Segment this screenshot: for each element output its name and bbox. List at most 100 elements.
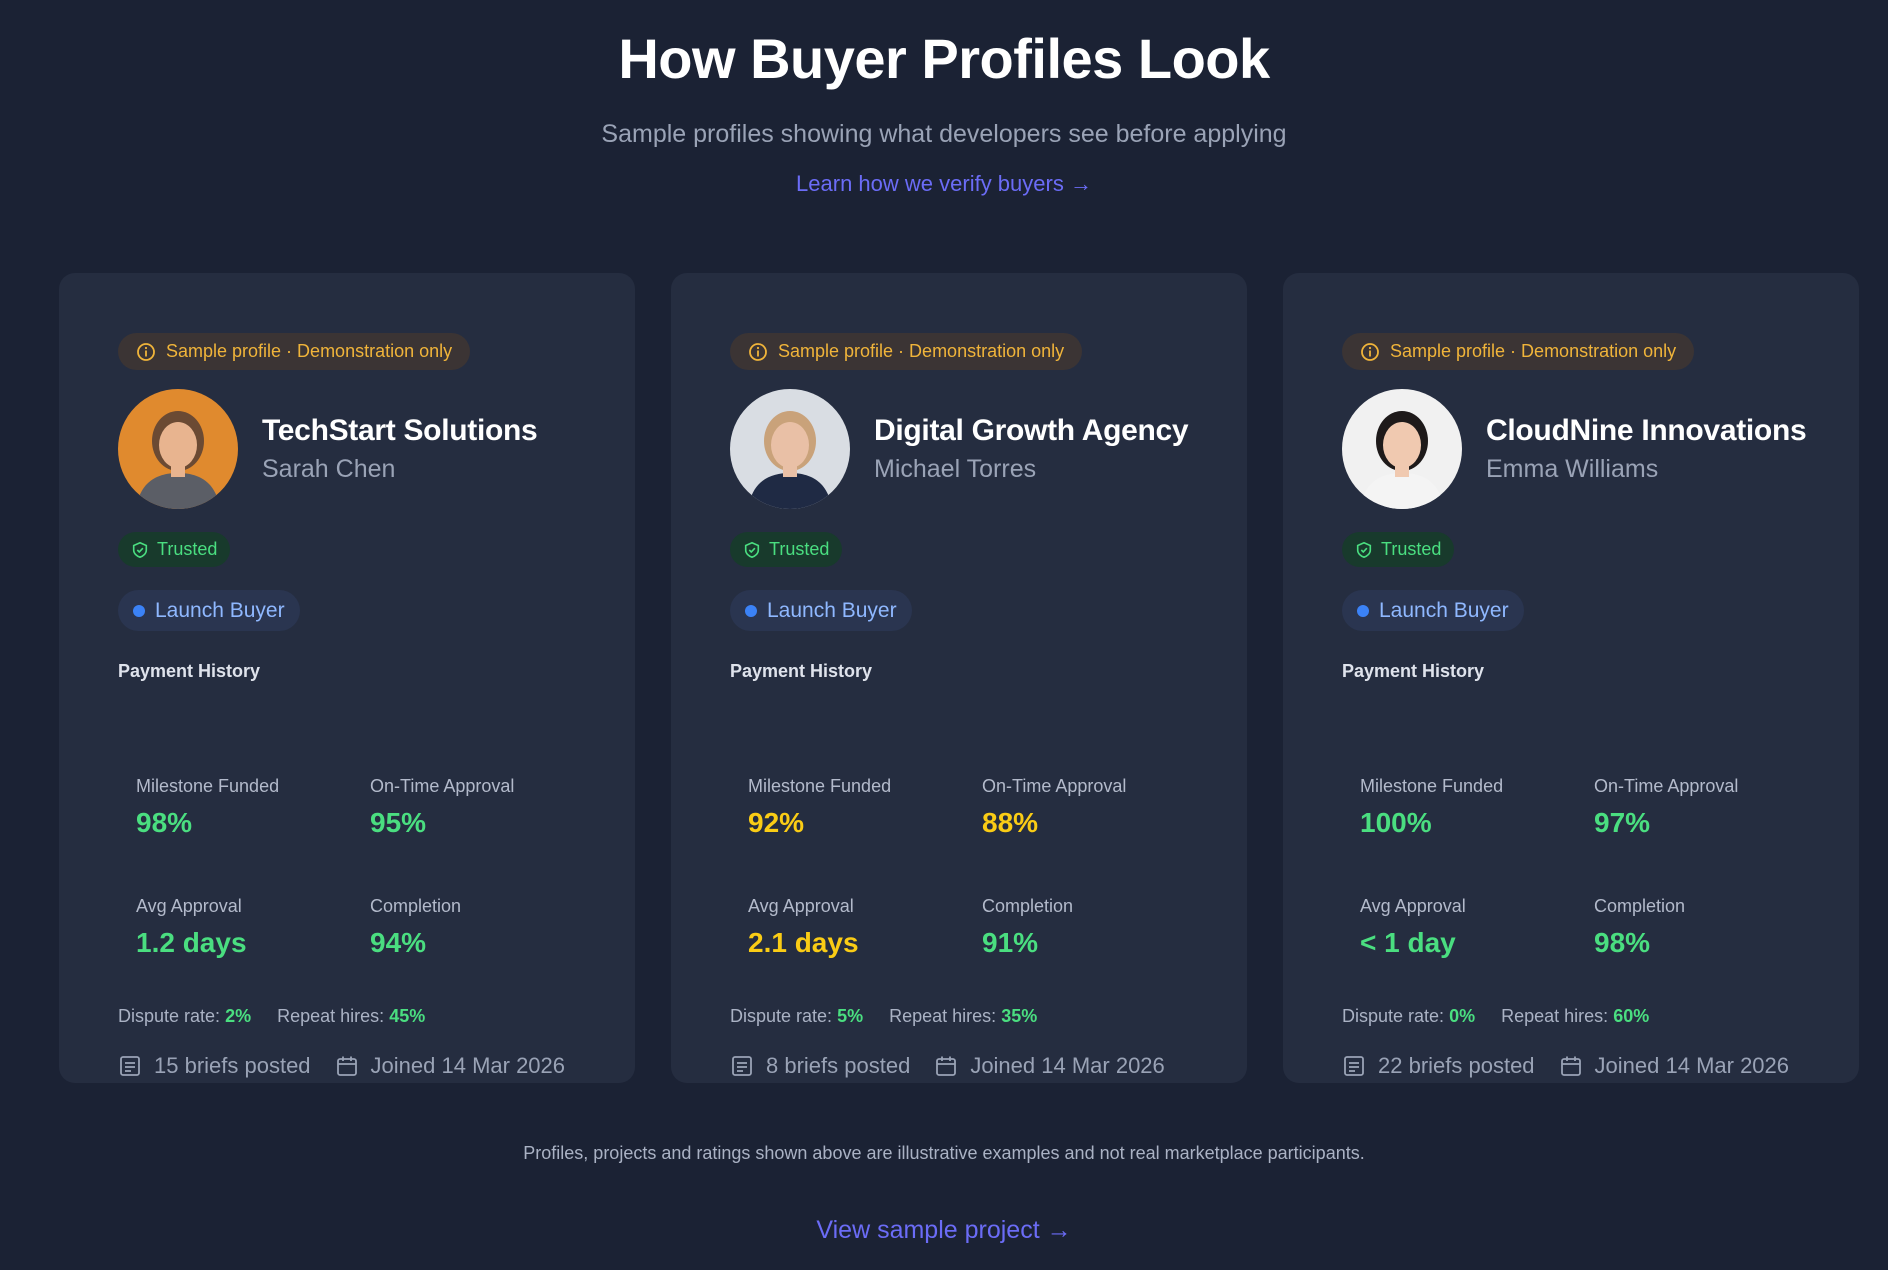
repeat-hires-label: Repeat hires: <box>277 1006 385 1026</box>
joined-date-text: Joined 14 Mar 2026 <box>970 1053 1165 1078</box>
stat-2: Avg Approval < 1 day <box>1360 896 1580 959</box>
stat-2: Avg Approval 2.1 days <box>748 896 968 959</box>
repeat-hires-label: Repeat hires: <box>889 1006 997 1026</box>
document-icon <box>118 1054 154 1078</box>
dispute-rate-label: Dispute rate: <box>118 1006 221 1026</box>
trusted-badge: Trusted <box>1342 532 1455 567</box>
tier-badge: Launch Buyer <box>118 590 300 631</box>
stat-value: 1.2 days <box>136 927 247 958</box>
info-icon <box>748 342 768 362</box>
info-icon <box>1360 342 1380 362</box>
repeat-hires-value: 45% <box>389 1006 426 1026</box>
disclaimer-text: Profiles, projects and ratings shown abo… <box>523 1143 1365 1163</box>
payment-history-heading: Payment History <box>730 661 873 681</box>
avatar <box>118 389 238 509</box>
dispute-rate-value: 0% <box>1449 1006 1476 1026</box>
stat-3: Completion 98% <box>1594 896 1814 959</box>
calendar-icon <box>1559 1054 1595 1078</box>
stat-value: 95% <box>370 807 427 838</box>
info-icon <box>136 342 156 362</box>
dispute-rate-value: 5% <box>837 1006 864 1026</box>
dispute-rate-label: Dispute rate: <box>1342 1006 1445 1026</box>
shield-check-icon <box>743 541 761 559</box>
tier-dot-icon <box>1357 604 1369 617</box>
rates-row: Dispute rate: 2% Repeat hires: 45% <box>118 1006 425 1027</box>
avatar <box>730 389 850 509</box>
stat-3: Completion 91% <box>982 896 1202 959</box>
contact-name: Emma Williams <box>1486 455 1659 483</box>
buyer-identity: CloudNine Innovations Emma Williams <box>1342 389 1822 511</box>
sample-profile-label: Sample profile · Demonstration only <box>778 341 1065 361</box>
joined-date: Joined 14 Mar 2026 <box>335 1053 565 1079</box>
shield-check-icon <box>1355 541 1373 559</box>
stat-label: On-Time Approval <box>982 776 1127 796</box>
rates-row: Dispute rate: 0% Repeat hires: 60% <box>1342 1006 1649 1027</box>
dispute-rate-value: 2% <box>225 1006 252 1026</box>
contact-name: Michael Torres <box>874 455 1037 483</box>
joined-date-text: Joined 14 Mar 2026 <box>370 1053 566 1078</box>
page-subtitle: Sample profiles showing what developers … <box>601 120 1287 148</box>
trusted-badge: Trusted <box>730 532 843 567</box>
shield-check-icon <box>131 541 149 559</box>
joined-date-text: Joined 14 Mar 2026 <box>1594 1053 1790 1078</box>
stat-label: On-Time Approval <box>1594 776 1739 796</box>
sample-profile-label: Sample profile · Demonstration only <box>166 341 453 361</box>
company-name: Digital Growth Agency <box>874 414 1189 447</box>
trusted-badge: Trusted <box>118 532 231 567</box>
briefs-posted: 15 briefs posted <box>118 1053 311 1079</box>
buyer-profile-card: Sample profile · Demonstration only Clou… <box>1283 273 1859 1083</box>
stat-value: 2.1 days <box>748 927 859 958</box>
stat-label: Avg Approval <box>136 896 242 916</box>
stat-label: On-Time Approval <box>370 776 515 796</box>
stat-0: Milestone Funded 92% <box>748 776 968 839</box>
joined-date: Joined 14 Mar 2026 <box>1559 1053 1789 1079</box>
briefs-posted-text: 22 briefs posted <box>1378 1053 1535 1078</box>
avatar <box>1342 389 1462 509</box>
view-sample-project-link-wrap: View sample project → <box>0 1216 1888 1245</box>
page: How Buyer Profiles Look Sample profiles … <box>0 0 1888 1270</box>
view-sample-project-link[interactable]: View sample project → <box>816 1216 1071 1244</box>
sample-profile-badge: Sample profile · Demonstration only <box>730 333 1083 370</box>
buyer-profile-card: Sample profile · Demonstration only Tech… <box>59 273 635 1083</box>
repeat-hires-value: 60% <box>1613 1006 1650 1026</box>
stat-value: 98% <box>136 807 193 838</box>
stat-label: Completion <box>1594 896 1686 916</box>
tier-dot-icon <box>133 604 145 617</box>
stat-value: 97% <box>1594 807 1651 838</box>
rates-row: Dispute rate: 5% Repeat hires: 35% <box>730 1006 1037 1027</box>
stat-value: < 1 day <box>1360 927 1456 958</box>
contact-name: Sarah Chen <box>262 455 396 483</box>
tier-dot-icon <box>745 604 757 617</box>
stat-value: 92% <box>748 807 805 838</box>
tier-badge: Launch Buyer <box>1342 590 1524 631</box>
buyer-profile-card: Sample profile · Demonstration only Digi… <box>671 273 1247 1083</box>
payment-history-heading: Payment History <box>1342 661 1485 681</box>
briefs-posted-text: 8 briefs posted <box>766 1053 911 1078</box>
stat-label: Avg Approval <box>748 896 854 916</box>
repeat-hires-value: 35% <box>1001 1006 1038 1026</box>
page-title: How Buyer Profiles Look <box>618 27 1270 90</box>
trusted-label: Trusted <box>1381 539 1442 559</box>
company-name: CloudNine Innovations <box>1486 414 1807 447</box>
stat-3: Completion 94% <box>370 896 590 959</box>
verify-buyers-link-wrap: Learn how we verify buyers → <box>0 171 1888 197</box>
trusted-label: Trusted <box>769 539 830 559</box>
stat-2: Avg Approval 1.2 days <box>136 896 356 959</box>
sample-profile-badge: Sample profile · Demonstration only <box>118 333 471 370</box>
briefs-posted: 8 briefs posted <box>730 1053 910 1079</box>
stat-label: Milestone Funded <box>748 776 892 796</box>
stat-label: Completion <box>370 896 462 916</box>
sample-profile-label: Sample profile · Demonstration only <box>1390 341 1677 361</box>
stat-value: 98% <box>1594 927 1651 958</box>
stat-1: On-Time Approval 95% <box>370 776 590 839</box>
stat-label: Milestone Funded <box>1360 776 1504 796</box>
tier-label: Launch Buyer <box>155 598 285 622</box>
stat-0: Milestone Funded 98% <box>136 776 356 839</box>
document-icon <box>1342 1054 1378 1078</box>
calendar-icon <box>335 1054 371 1078</box>
tier-badge: Launch Buyer <box>730 590 912 631</box>
stat-1: On-Time Approval 97% <box>1594 776 1814 839</box>
meta-row: 22 briefs posted Joined 14 Mar 2026 <box>1342 1053 1789 1079</box>
repeat-hires-label: Repeat hires: <box>1501 1006 1609 1026</box>
verify-buyers-link[interactable]: Learn how we verify buyers → <box>796 171 1092 196</box>
